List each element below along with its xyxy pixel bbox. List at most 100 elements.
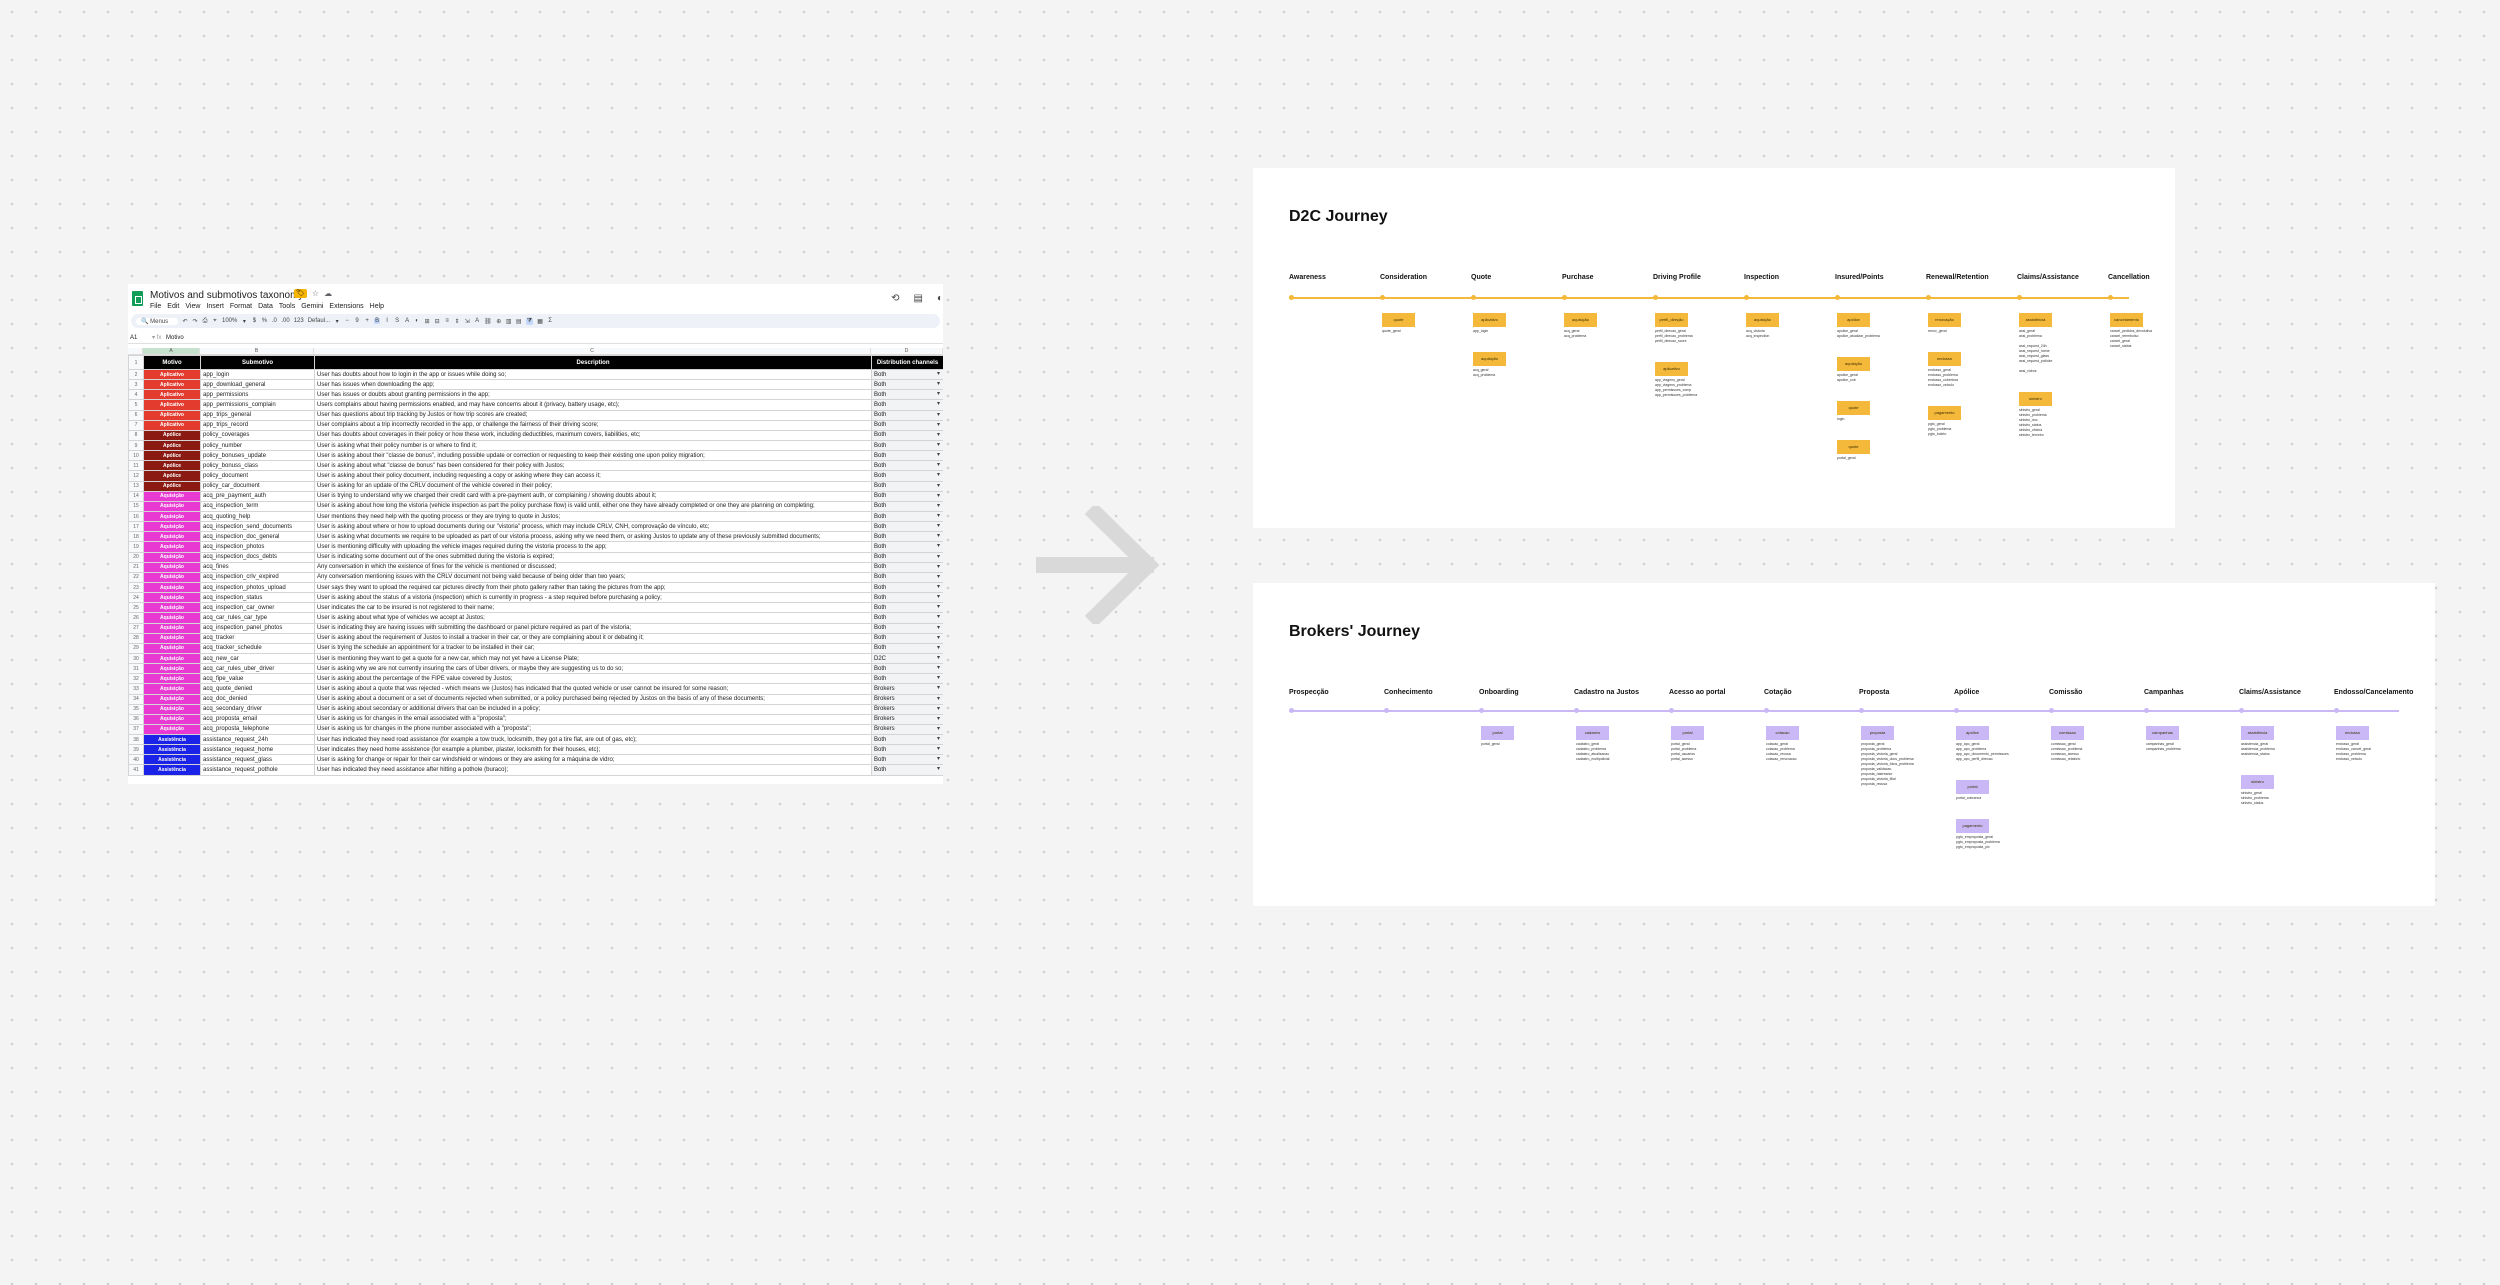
motivo-cell[interactable]: Aquisição	[143, 622, 201, 634]
toolbar-button[interactable]: ⎙	[202, 318, 208, 325]
submotivo-cell[interactable]: acq_inspection_doc_general	[200, 531, 315, 543]
description-cell[interactable]: Any conversation in which the existence …	[314, 561, 872, 573]
channel-dropdown[interactable]: Both	[871, 368, 943, 381]
channel-dropdown[interactable]: Both	[871, 419, 943, 431]
row-number[interactable]: 13	[128, 480, 144, 492]
submotivo-cell[interactable]: acq_inspection_car_owner	[200, 602, 315, 614]
motivo-cell[interactable]: Aquisição	[143, 592, 201, 604]
motivo-cell[interactable]: Aquisição	[143, 652, 201, 665]
channel-dropdown[interactable]: Both	[871, 734, 943, 746]
menu-tools[interactable]: Tools	[279, 303, 295, 310]
toolbar-button[interactable]: ▾	[334, 318, 340, 325]
description-cell[interactable]: User is mentioning they want to get a qu…	[314, 652, 872, 665]
motivo-cell[interactable]: Aplicativo	[143, 389, 201, 401]
toolbar-button[interactable]: ▥	[506, 318, 512, 325]
description-cell[interactable]: Any conversation mentioning issues with …	[314, 571, 872, 583]
submotivo-cell[interactable]: acq_tracker_schedule	[200, 642, 315, 654]
toolbar-button[interactable]: ⧩	[525, 317, 534, 325]
toolbar-button[interactable]: ▾	[241, 318, 247, 325]
channel-dropdown[interactable]: Both	[871, 490, 943, 502]
row-number[interactable]: 20	[128, 551, 144, 563]
description-cell[interactable]: User indicates the car to be insured is …	[314, 602, 872, 614]
channel-dropdown[interactable]: Both	[871, 592, 943, 604]
sticky-note[interactable]: quote	[1837, 401, 1870, 415]
submotivo-cell[interactable]: acq_inspection_docs_debts	[200, 551, 315, 563]
row-number[interactable]: 19	[128, 541, 144, 553]
channel-dropdown[interactable]: Both	[871, 744, 943, 756]
submotivo-cell[interactable]: acq_pre_payment_auth	[200, 490, 315, 502]
sticky-note[interactable]: aquisição	[1564, 313, 1597, 327]
row-number[interactable]: 14	[128, 490, 144, 502]
menu-help[interactable]: Help	[370, 303, 384, 310]
toolbar-button[interactable]: B	[374, 318, 381, 324]
submotivo-cell[interactable]: acq_secondary_driver	[200, 703, 315, 715]
submotivo-cell[interactable]: app_trips_general	[200, 409, 315, 421]
motivo-cell[interactable]: Aquisição	[143, 663, 201, 675]
menu-format[interactable]: Format	[230, 303, 252, 310]
row-number[interactable]: 5	[128, 399, 144, 411]
description-cell[interactable]: Users complains about having permissions…	[314, 399, 872, 411]
description-cell[interactable]: User is asking about the status of a vis…	[314, 592, 872, 604]
row-number[interactable]: 16	[128, 510, 144, 523]
label-tag-icon[interactable]: 🏷	[294, 289, 307, 298]
sticky-note[interactable]: perfil_direção	[1655, 313, 1688, 327]
row-number[interactable]: 10	[128, 450, 144, 462]
motivo-cell[interactable]: Aquisição	[143, 642, 201, 654]
submotivo-cell[interactable]: acq_tracker	[200, 632, 315, 644]
submotivo-cell[interactable]: acq_fines	[200, 561, 315, 573]
submotivo-cell[interactable]: app_trips_record	[200, 419, 315, 431]
row-number[interactable]: 2	[128, 368, 144, 381]
row-number[interactable]: 22	[128, 571, 144, 583]
description-cell[interactable]: User complains about a trip incorrectly …	[314, 419, 872, 431]
motivo-cell[interactable]: Aquisição	[143, 683, 201, 695]
row-number[interactable]: 17	[128, 521, 144, 533]
submotivo-cell[interactable]: acq_inspection_status	[200, 592, 315, 604]
star-icon[interactable]: ☆	[312, 289, 319, 298]
menu-extensions[interactable]: Extensions	[329, 303, 363, 310]
description-cell[interactable]: User has questions about trip tracking b…	[314, 409, 872, 421]
description-cell[interactable]: User is asking about their policy docume…	[314, 470, 872, 482]
row-number[interactable]: 35	[128, 703, 144, 715]
description-cell[interactable]: User is asking about secondary or additi…	[314, 703, 872, 715]
channel-dropdown[interactable]: Both	[871, 663, 943, 675]
sticky-note[interactable]: sinistro	[2019, 392, 2052, 406]
submotivo-cell[interactable]: policy_bonuss_class	[200, 460, 315, 472]
motivo-cell[interactable]: Aplicativo	[143, 368, 201, 381]
row-number[interactable]: 37	[128, 723, 144, 736]
channel-dropdown[interactable]: Both	[871, 602, 943, 614]
description-cell[interactable]: User is asking about where or how to upl…	[314, 521, 872, 533]
description-cell[interactable]: User is trying the schedule an appointme…	[314, 642, 872, 654]
submotivo-cell[interactable]: acq_inspection_panel_photos	[200, 622, 315, 634]
channel-dropdown[interactable]: Both	[871, 389, 943, 401]
menu-data[interactable]: Data	[258, 303, 273, 310]
row-number[interactable]: 7	[128, 419, 144, 431]
submotivo-cell[interactable]: assistance_request_glass	[200, 754, 315, 766]
description-cell[interactable]: User is mentioning difficulty with uploa…	[314, 541, 872, 553]
motivo-cell[interactable]: Aquisição	[143, 490, 201, 502]
toolbar-button[interactable]: S	[394, 318, 400, 324]
channel-dropdown[interactable]: Both	[871, 399, 943, 411]
toolbar-button[interactable]: A	[474, 318, 480, 324]
submotivo-cell[interactable]: policy_car_document	[200, 480, 315, 492]
channel-dropdown[interactable]: Both	[871, 642, 943, 654]
row-number[interactable]: 33	[128, 683, 144, 695]
name-box[interactable]: A1	[128, 335, 152, 341]
channel-dropdown[interactable]: Both	[871, 531, 943, 543]
description-cell[interactable]: User is asking for an update of the CRLV…	[314, 480, 872, 492]
row-number[interactable]: 15	[128, 500, 144, 512]
sticky-note[interactable]: sinistro	[2241, 775, 2274, 789]
row-number[interactable]: 31	[128, 663, 144, 675]
motivo-cell[interactable]: Aquisição	[143, 612, 201, 624]
description-cell[interactable]: User indicates they need home assistence…	[314, 744, 872, 756]
channel-dropdown[interactable]: Both	[871, 379, 943, 391]
toolbar-button[interactable]: ▦	[537, 318, 543, 325]
description-cell[interactable]: User is indicating they are having issue…	[314, 622, 872, 634]
motivo-cell[interactable]: Aplicativo	[143, 409, 201, 421]
description-cell[interactable]: User is asking what documents we require…	[314, 531, 872, 543]
submotivo-cell[interactable]: acq_inspection_photos	[200, 541, 315, 553]
sticky-note[interactable]: endosso	[1928, 352, 1961, 366]
sticky-note[interactable]: apólice	[1956, 726, 1989, 740]
document-title[interactable]: Motivos and submotivos taxonomy	[150, 290, 303, 301]
submotivo-cell[interactable]: acq_inspection_crlv_expired	[200, 571, 315, 583]
motivo-cell[interactable]: Assistência	[143, 734, 201, 746]
